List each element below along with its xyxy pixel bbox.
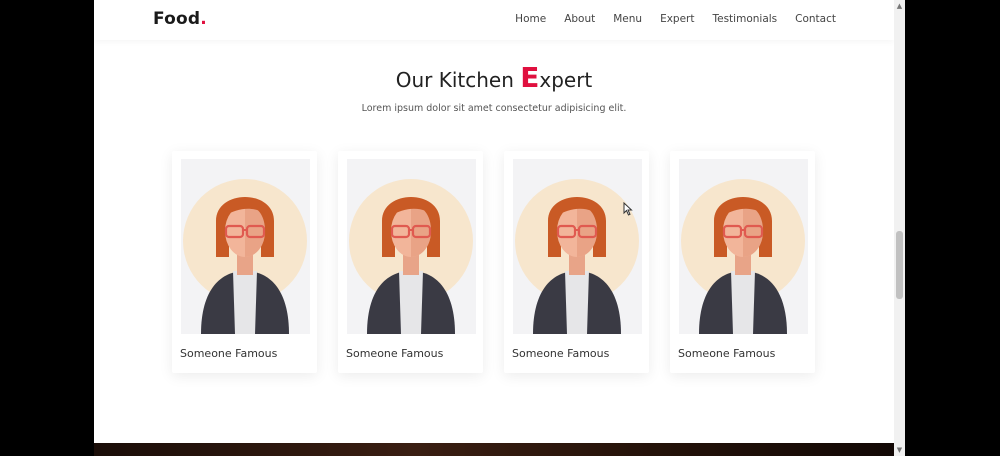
expert-avatar xyxy=(679,159,808,334)
expert-avatar xyxy=(347,159,476,334)
woman-avatar-icon xyxy=(681,179,805,334)
nav-item-contact[interactable]: Contact xyxy=(795,13,836,25)
scrollbar-thumb[interactable] xyxy=(896,231,903,299)
title-after: xpert xyxy=(539,68,593,92)
brand-logo[interactable]: Food. xyxy=(153,9,207,29)
expert-card[interactable]: Someone Famous xyxy=(504,151,649,373)
woman-avatar-icon xyxy=(183,179,307,334)
scroll-down-arrow-icon[interactable]: ▼ xyxy=(894,445,905,455)
brand-name: Food xyxy=(153,9,201,29)
section-subtitle: Lorem ipsum dolor sit amet consectetur a… xyxy=(361,103,627,114)
nav-item-menu[interactable]: Menu xyxy=(613,13,642,25)
woman-avatar-icon xyxy=(515,179,639,334)
title-highlight: E xyxy=(520,61,540,94)
scroll-up-arrow-icon[interactable]: ▲ xyxy=(894,1,905,11)
section-title: Our Kitchen Expert xyxy=(94,61,894,94)
page-viewport: Food. Home About Menu Expert Testimonial… xyxy=(94,0,894,443)
nav-item-about[interactable]: About xyxy=(564,13,595,25)
expert-card[interactable]: Someone Famous xyxy=(172,151,317,373)
main-nav: Home About Menu Expert Testimonials Cont… xyxy=(497,13,836,25)
expert-card[interactable]: Someone Famous xyxy=(670,151,815,373)
next-section-preview xyxy=(94,443,894,456)
nav-item-expert[interactable]: Expert xyxy=(660,13,694,25)
title-before: Our Kitchen xyxy=(395,68,521,92)
brand-dot: . xyxy=(200,9,207,29)
nav-item-testimonials[interactable]: Testimonials xyxy=(713,13,778,25)
navbar: Food. Home About Menu Expert Testimonial… xyxy=(94,0,894,40)
expert-name: Someone Famous xyxy=(678,347,776,360)
expert-card[interactable]: Someone Famous xyxy=(338,151,483,373)
page-scrollbar[interactable]: ▲ ▼ xyxy=(894,0,905,456)
mouse-cursor-icon xyxy=(623,202,633,216)
expert-name: Someone Famous xyxy=(180,347,278,360)
expert-avatar xyxy=(181,159,310,334)
woman-avatar-icon xyxy=(349,179,473,334)
expert-name: Someone Famous xyxy=(346,347,444,360)
expert-name: Someone Famous xyxy=(512,347,610,360)
expert-avatar xyxy=(513,159,642,334)
nav-item-home[interactable]: Home xyxy=(515,13,546,25)
